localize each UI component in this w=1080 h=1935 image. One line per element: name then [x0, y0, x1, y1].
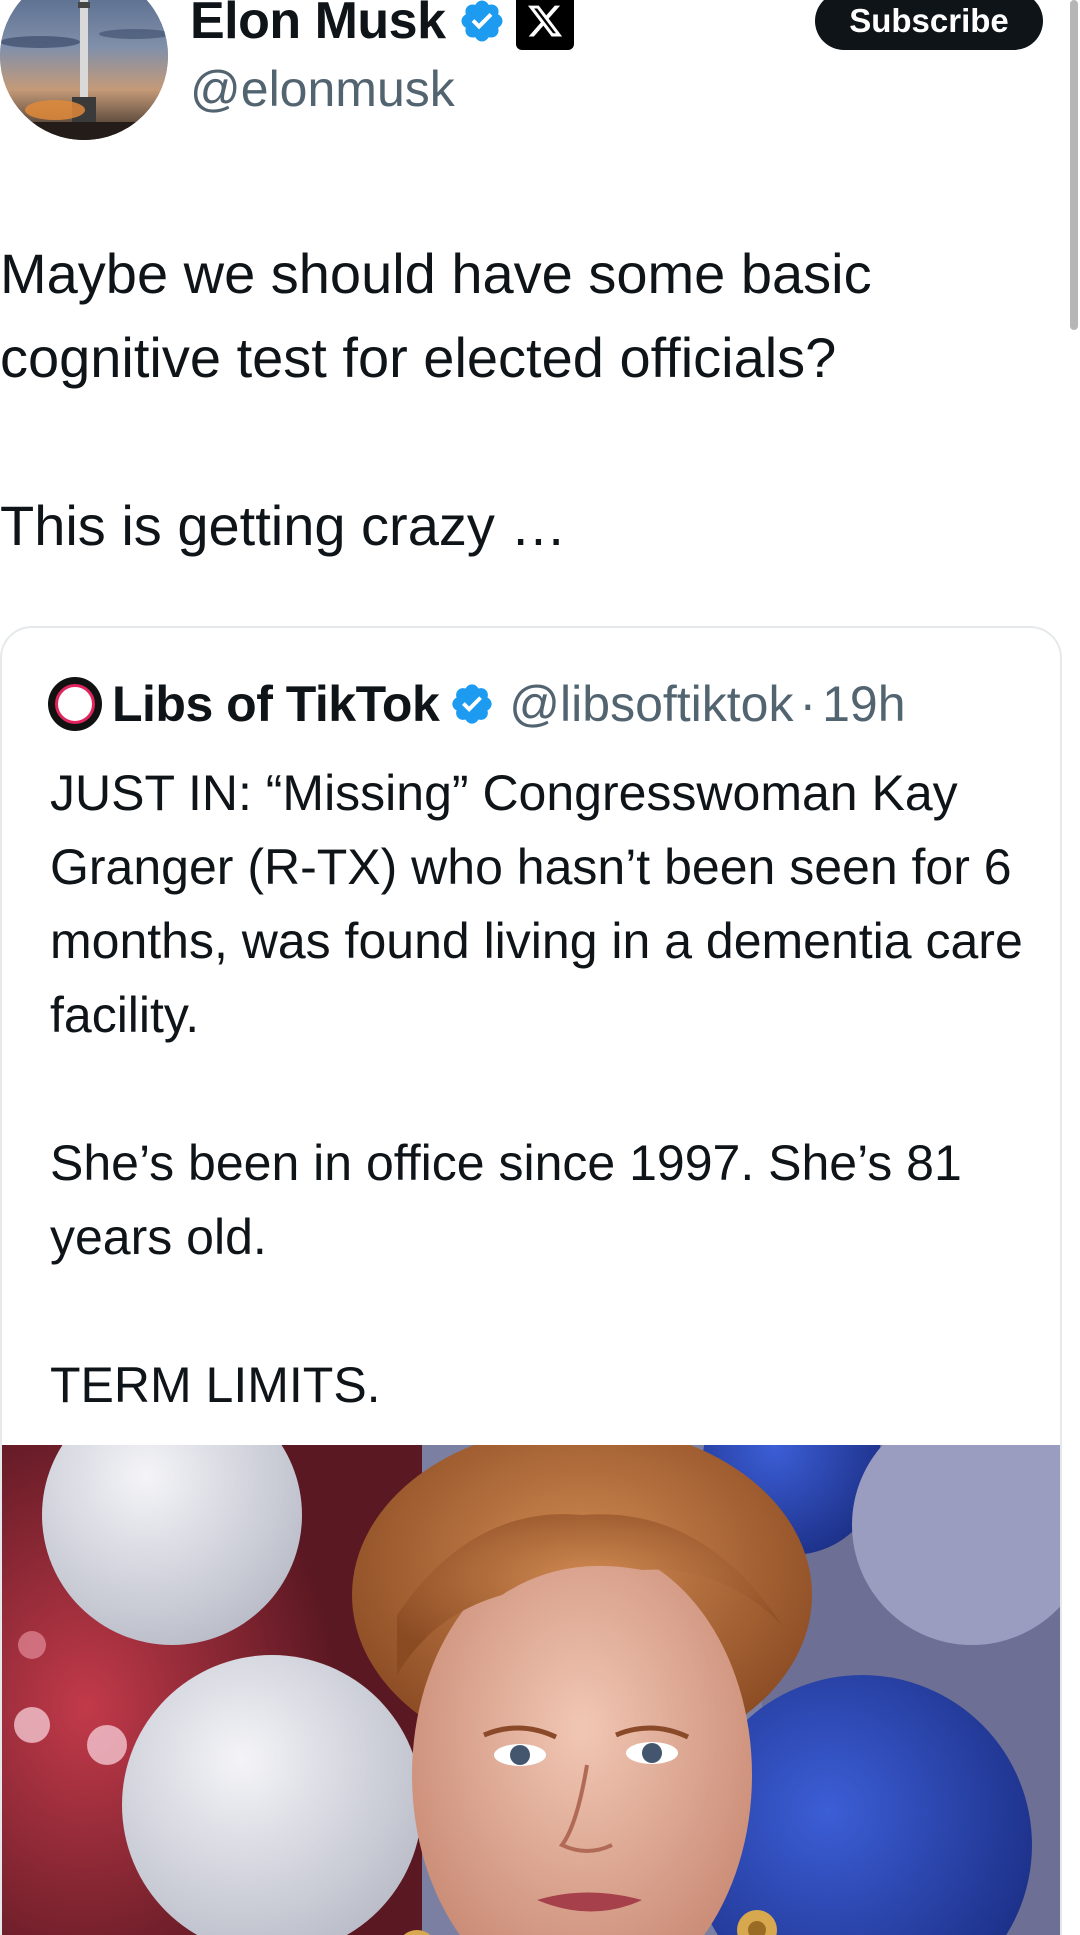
quoted-author-avatar[interactable]	[48, 677, 102, 731]
quoted-tweet-text: JUST IN: “Missing” Congresswoman Kay Gra…	[50, 756, 1030, 1422]
tiktok-logo-icon	[55, 684, 95, 724]
separator-dot: ·	[799, 676, 817, 732]
verified-badge-icon[interactable]	[449, 681, 495, 727]
tweet-paragraph: Maybe we should have some basic cognitiv…	[0, 242, 872, 389]
subscribe-button[interactable]: Subscribe	[815, 0, 1043, 50]
woman-portrait-photo	[2, 1445, 1060, 1935]
quoted-author-handle[interactable]: @libsoftiktok	[509, 675, 793, 733]
quoted-tweet-card[interactable]: Libs of TikTok @libsoftiktok · 19h JUST …	[0, 626, 1062, 1935]
author-avatar[interactable]	[0, 0, 168, 140]
verified-badge-icon[interactable]	[458, 0, 506, 45]
quoted-paragraph: JUST IN: “Missing” Congresswoman Kay Gra…	[50, 765, 1023, 1043]
quoted-tweet-header: Libs of TikTok @libsoftiktok · 19h	[48, 674, 906, 734]
quoted-tweet-photo[interactable]	[2, 1445, 1060, 1935]
tweet-screen: Elon Musk @elonmusk Subscribe Maybe we s…	[0, 0, 1080, 1935]
x-logo-icon	[515, 0, 574, 50]
tweet-paragraph: This is getting crazy …	[0, 494, 567, 557]
rocket-launch-icon	[0, 0, 168, 140]
quoted-tweet-time[interactable]: 19h	[822, 675, 905, 733]
quoted-paragraph: TERM LIMITS.	[50, 1357, 381, 1413]
scrollbar[interactable]	[1070, 0, 1078, 330]
tweet-text: Maybe we should have some basic cognitiv…	[0, 232, 1000, 568]
quoted-author-name[interactable]: Libs of TikTok	[112, 675, 440, 733]
author-handle[interactable]: @elonmusk	[190, 64, 455, 114]
author-name-row: Elon Musk	[190, 0, 574, 54]
quoted-paragraph: She’s been in office since 1997. She’s 8…	[50, 1135, 962, 1265]
author-display-name[interactable]: Elon Musk	[190, 0, 446, 47]
